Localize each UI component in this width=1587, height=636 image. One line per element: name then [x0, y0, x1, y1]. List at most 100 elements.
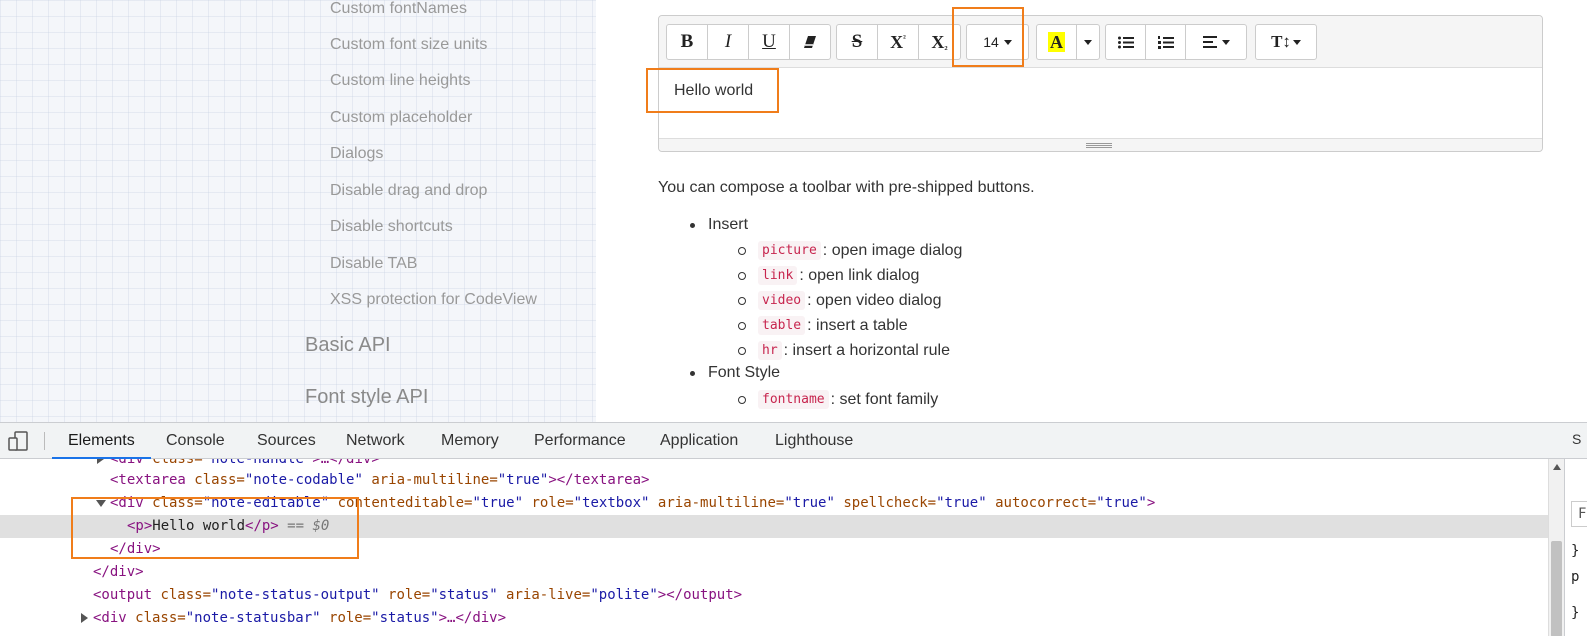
- font-size-dropdown[interactable]: 14: [967, 25, 1028, 59]
- sidebar-item-xss-protection[interactable]: XSS protection for CodeView: [330, 291, 537, 309]
- expand-arrow-icon[interactable]: [81, 613, 88, 623]
- sidebar-item-disable-tab[interactable]: Disable TAB: [330, 255, 417, 273]
- resize-grip-line: [1086, 143, 1112, 144]
- editor-paragraph: Hello world: [674, 82, 754, 99]
- superscript-button[interactable]: X²: [878, 25, 919, 59]
- list-item: hr: insert a horizontal rule: [738, 341, 950, 360]
- sidebar-item-disable-shortcuts[interactable]: Disable shortcuts: [330, 218, 453, 236]
- line-height-icon: T↕: [1271, 32, 1291, 51]
- ordered-list-button[interactable]: [1146, 25, 1186, 59]
- tab-separator: [44, 432, 45, 450]
- docs-sidebar: Custom fontNames Custom font size units …: [0, 0, 596, 422]
- sidebar-item-custom-font-size-units[interactable]: Custom font size units: [330, 36, 487, 54]
- ordered-list-icon: [1157, 35, 1174, 49]
- sidebar-item-custom-fontnames[interactable]: Custom fontNames: [330, 0, 467, 18]
- sidebar-item-dialogs[interactable]: Dialogs: [330, 145, 383, 163]
- device-toolbar-icon[interactable]: [8, 431, 30, 451]
- align-dropdown[interactable]: [1186, 25, 1246, 59]
- toolbar-group-style: B I U: [666, 24, 831, 60]
- web-page: Custom fontNames Custom font size units …: [0, 0, 1587, 422]
- tab-elements[interactable]: Elements: [52, 423, 151, 459]
- inline-code: picture: [758, 241, 821, 260]
- inline-code: video: [758, 291, 806, 310]
- dom-node[interactable]: <textarea class="note-codable" aria-mult…: [0, 469, 1548, 492]
- main-content: B I U S X² X₂ 14 A T↕ Hello world You ca…: [596, 0, 1587, 422]
- list-item-desc: : set font family: [830, 390, 939, 408]
- list-item: link: open link dialog: [737, 266, 919, 285]
- font-size-value: 14: [983, 34, 999, 50]
- dom-node[interactable]: <output class="note-status-output" role=…: [0, 584, 1548, 607]
- styles-rule-fragment: p: [1571, 569, 1580, 585]
- color-button[interactable]: A: [1037, 25, 1077, 59]
- scrollbar-thumb[interactable]: [1551, 541, 1562, 636]
- expand-arrow-icon[interactable]: [97, 459, 104, 464]
- list-item-desc: : open image dialog: [822, 241, 963, 259]
- list-item: picture: open image dialog: [737, 241, 963, 260]
- unordered-list-button[interactable]: [1106, 25, 1146, 59]
- tab-network[interactable]: Network: [346, 423, 405, 458]
- collapse-arrow-icon[interactable]: [96, 500, 106, 507]
- underline-icon: U: [762, 31, 776, 52]
- styles-rule-fragment: }: [1571, 543, 1580, 559]
- sidebar-section-basic-api[interactable]: Basic API: [305, 334, 391, 357]
- dom-node[interactable]: <div class="note-statusbar" role="status…: [0, 607, 1548, 630]
- scroll-up-arrow-icon[interactable]: [1553, 464, 1561, 470]
- editor-editable-area[interactable]: Hello world: [659, 68, 1542, 140]
- sidebar-item-custom-placeholder[interactable]: Custom placeholder: [330, 109, 472, 127]
- subscript-icon: X₂: [931, 31, 948, 52]
- sidebar-section-font-style-api[interactable]: Font style API: [305, 386, 428, 409]
- editor-toolbar: B I U S X² X₂ 14 A T↕: [659, 16, 1542, 68]
- bold-button[interactable]: B: [667, 25, 708, 59]
- chevron-down-icon: [1084, 39, 1092, 45]
- toolbar-group-fontsize: 14: [966, 24, 1029, 60]
- dom-node[interactable]: </div>: [0, 538, 1548, 561]
- inline-code: fontname: [758, 390, 829, 409]
- dom-node-selected[interactable]: <p>Hello world</p> == $0: [0, 515, 1548, 538]
- bold-icon: B: [680, 31, 694, 52]
- subscript-button[interactable]: X₂: [919, 25, 960, 59]
- dom-node[interactable]: </div>: [0, 561, 1548, 584]
- tab-console[interactable]: Console: [166, 423, 225, 458]
- dom-node[interactable]: <div class="note-editable" contenteditab…: [0, 492, 1548, 515]
- sidebar-item-custom-line-heights[interactable]: Custom line heights: [330, 72, 471, 90]
- rich-text-editor: B I U S X² X₂ 14 A T↕ Hello world: [658, 15, 1543, 152]
- clear-format-button[interactable]: [790, 25, 830, 59]
- toolbar-group-color: A: [1036, 24, 1100, 60]
- chevron-down-icon: [1292, 39, 1301, 45]
- strikethrough-button[interactable]: S: [837, 25, 878, 59]
- toolbar-group-para: [1105, 24, 1247, 60]
- sidebar-item-disable-drag-drop[interactable]: Disable drag and drop: [330, 182, 487, 200]
- list-item: Insert: [689, 216, 749, 233]
- color-a-icon: A: [1048, 32, 1065, 52]
- styles-pane: F } p }: [1564, 459, 1587, 636]
- tab-sources[interactable]: Sources: [257, 423, 316, 458]
- intro-paragraph: You can compose a toolbar with pre-shipp…: [658, 179, 1035, 196]
- line-height-dropdown[interactable]: T↕: [1256, 25, 1316, 59]
- list-item: Font Style: [689, 364, 781, 381]
- styles-tab-fragment[interactable]: S: [1572, 431, 1581, 447]
- resize-grip-line: [1086, 145, 1112, 146]
- editor-resize-handle[interactable]: [659, 138, 1542, 151]
- dom-tree-scrollbar[interactable]: [1548, 459, 1564, 636]
- underline-button[interactable]: U: [749, 25, 790, 59]
- italic-button[interactable]: I: [708, 25, 749, 59]
- eraser-icon: [804, 36, 816, 48]
- unordered-list-icon: [1117, 36, 1134, 48]
- list-item: video: open video dialog: [737, 291, 941, 310]
- resize-grip-line: [1086, 147, 1112, 148]
- inline-code: hr: [758, 341, 782, 360]
- dom-tree: <div class="note-handle">…</div> <textar…: [0, 459, 1548, 636]
- inline-code: table: [758, 316, 806, 335]
- inline-code: link: [758, 266, 798, 285]
- list-item-desc: : insert a horizontal rule: [783, 341, 950, 359]
- styles-filter-input[interactable]: F: [1571, 501, 1587, 527]
- tab-lighthouse[interactable]: Lighthouse: [775, 423, 853, 458]
- strikethrough-icon: S: [851, 31, 863, 52]
- chevron-down-icon: [1003, 39, 1012, 45]
- color-dropdown-button[interactable]: [1077, 25, 1099, 59]
- tab-performance[interactable]: Performance: [534, 423, 626, 458]
- chevron-down-icon: [1221, 39, 1230, 45]
- tab-application[interactable]: Application: [660, 423, 738, 458]
- tab-memory[interactable]: Memory: [441, 423, 499, 458]
- align-icon: [1202, 36, 1217, 48]
